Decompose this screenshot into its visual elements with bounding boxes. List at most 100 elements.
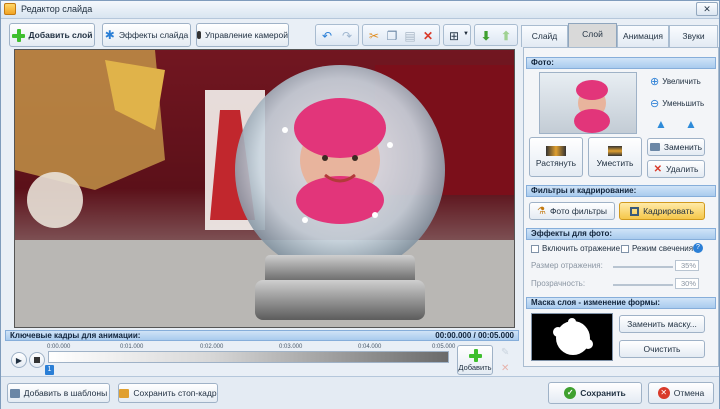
stretch-label: Растянуть	[535, 158, 577, 168]
plus-icon	[11, 28, 25, 42]
undo-icon[interactable]: ↶	[319, 28, 335, 44]
mask-preview[interactable]	[531, 313, 613, 361]
copy-icon[interactable]: ❐	[384, 28, 400, 44]
layer-order-group: ⬇ ⬆	[474, 24, 518, 46]
save-freeze-frame-button[interactable]: Сохранить стоп-кадр	[118, 383, 218, 403]
keyframe-marker[interactable]: 1	[45, 365, 54, 375]
crop-button[interactable]: Кадрировать	[619, 202, 705, 220]
save-label: Сохранить	[580, 388, 626, 398]
photo-filters-button[interactable]: ⚗ Фото фильтры	[529, 202, 615, 220]
crop-label: Кадрировать	[643, 206, 694, 216]
edit-tools-group: ✂ ❐ ▤ ✕	[362, 24, 440, 46]
filter-icon: ⚗	[536, 205, 546, 217]
add-keyframe-label: Добавить	[458, 362, 492, 372]
delete-photo-button[interactable]: ✕ Удалить	[647, 160, 705, 178]
rotate-right-icon[interactable]: ▲	[685, 117, 697, 131]
paste-icon[interactable]: ▤	[402, 28, 418, 44]
add-keyframe-button[interactable]: Добавить	[457, 345, 493, 375]
fit-label: Уместить	[596, 158, 634, 168]
zoom-in-icon: ⊕	[650, 76, 660, 88]
timeline-header: Ключевые кадры для анимации: 00:00.000 /…	[5, 330, 519, 341]
camera-icon	[197, 31, 201, 39]
app-icon	[4, 3, 16, 15]
replace-photo-button[interactable]: Заменить	[647, 138, 705, 156]
camera-control-label: Управление камерой	[204, 30, 288, 40]
cut-icon[interactable]: ✂	[366, 28, 382, 44]
fit-icon	[608, 146, 622, 156]
glow-checkbox-box[interactable]	[621, 244, 629, 253]
window-title: Редактор слайда	[21, 4, 93, 14]
freeze-frame-icon	[119, 388, 130, 398]
save-freeze-label: Сохранить стоп-кадр	[133, 388, 217, 398]
effects-section-header: Эффекты для фото:	[526, 228, 716, 240]
timeline-tick: 0:03.000	[279, 344, 303, 350]
cancel-button[interactable]: ✕ Отмена	[648, 382, 714, 404]
transparency-value[interactable]: 30%	[675, 278, 699, 289]
delete-icon[interactable]: ✕	[420, 28, 436, 44]
chevron-down-icon[interactable]: ▼	[463, 31, 469, 37]
photo-filters-label: Фото фильтры	[549, 206, 608, 216]
zoom-out-icon: ⊖	[650, 98, 660, 110]
reflection-label: Включить отражение	[542, 244, 621, 253]
template-icon	[9, 388, 20, 398]
sparkle-icon: ✱	[104, 28, 115, 42]
reflection-checkbox[interactable]: Включить отражение	[531, 244, 620, 253]
tab-sounds[interactable]: Звуки	[669, 25, 718, 47]
add-layer-button[interactable]: Добавить слой	[9, 23, 95, 47]
play-button[interactable]: ▶	[11, 352, 27, 368]
fit-button[interactable]: Уместить	[588, 137, 642, 177]
grid-tools-group: ⊞ ▼	[443, 24, 471, 46]
panel-tabs: Слайд Слой Анимация Звуки	[521, 23, 719, 48]
preview-image	[15, 50, 514, 327]
plus-icon	[468, 348, 482, 362]
reflection-size-value[interactable]: 35%	[675, 260, 699, 271]
check-icon: ✓	[564, 387, 577, 399]
add-layer-label: Добавить слой	[28, 30, 93, 40]
add-to-templates-button[interactable]: Добавить в шаблоны	[7, 383, 110, 403]
reflection-size-label: Размер отражения:	[531, 261, 603, 270]
thumbnail-image	[574, 80, 610, 133]
title-bar: Редактор слайда ✕	[1, 1, 719, 19]
clear-mask-button[interactable]: Очистить	[619, 340, 705, 358]
timeline-tick: 0:04.000	[358, 344, 382, 350]
stop-button[interactable]	[29, 352, 45, 368]
replace-mask-button[interactable]: Заменить маску...	[619, 315, 705, 333]
delete-keyframe-icon[interactable]: ✕	[501, 363, 509, 374]
move-down-icon[interactable]: ⬇	[478, 28, 494, 44]
camera-control-button[interactable]: Управление камерой	[196, 23, 289, 47]
rotate-left-icon[interactable]: ▲	[655, 117, 667, 131]
stretch-icon	[546, 146, 566, 156]
reflection-size-slider[interactable]	[613, 266, 673, 268]
save-button[interactable]: ✓ Сохранить	[548, 382, 642, 404]
slide-preview-canvas[interactable]	[14, 49, 515, 328]
mask-section-header: Маска слоя - изменение формы:	[526, 297, 716, 309]
photo-thumbnail[interactable]	[539, 72, 637, 134]
redo-icon[interactable]: ↷	[339, 28, 355, 44]
zoom-in-control[interactable]: ⊕ Увеличить	[650, 75, 701, 88]
timeline-tick: 0:00.000	[47, 344, 71, 350]
timeline-tick: 0:05.000	[432, 344, 456, 350]
close-window-button[interactable]: ✕	[696, 2, 718, 16]
transparency-slider[interactable]	[613, 284, 673, 286]
zoom-in-label: Увеличить	[662, 77, 701, 86]
transparency-label: Прозрачность:	[531, 279, 586, 288]
grid-icon[interactable]: ⊞	[446, 28, 462, 44]
reflection-checkbox-box[interactable]	[531, 244, 539, 253]
tab-layer[interactable]: Слой	[568, 23, 617, 48]
mask-shape	[553, 318, 593, 355]
help-icon[interactable]: ?	[693, 243, 703, 253]
stretch-button[interactable]: Растянуть	[529, 137, 583, 177]
edit-keyframe-icon[interactable]: ✎	[501, 347, 509, 358]
tab-slide[interactable]: Слайд	[521, 25, 568, 47]
slide-effects-button[interactable]: ✱ Эффекты слайда	[102, 23, 191, 47]
glow-checkbox[interactable]: Режим свечения	[621, 244, 693, 253]
timeline-tick: 0:01.000	[120, 344, 144, 350]
move-up-icon[interactable]: ⬆	[498, 28, 514, 44]
timeline-title: Ключевые кадры для анимации:	[10, 331, 141, 340]
tab-animation[interactable]: Анимация	[617, 25, 669, 47]
zoom-out-control[interactable]: ⊖ Уменьшить	[650, 97, 704, 110]
timeline-track[interactable]	[48, 351, 449, 363]
cancel-label: Отмена	[673, 388, 705, 398]
cancel-icon: ✕	[657, 387, 670, 399]
crop-icon	[630, 206, 640, 216]
